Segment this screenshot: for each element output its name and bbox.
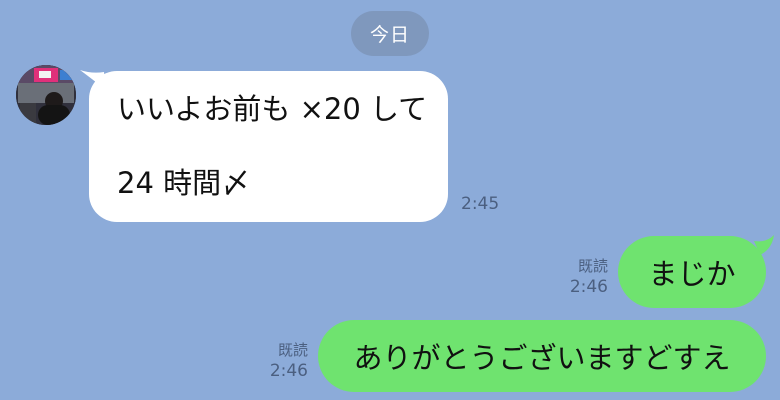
date-divider: 今日 bbox=[351, 11, 429, 56]
message-text: 24 時間〆 bbox=[117, 166, 251, 200]
message-timestamp: 2:46 bbox=[569, 277, 608, 297]
message-meta: 既読 2:46 bbox=[570, 256, 608, 298]
message-text: ありがとうございますどすえ bbox=[353, 341, 731, 375]
sender-avatar[interactable] bbox=[16, 65, 76, 125]
message-meta: 既読 2:46 bbox=[270, 340, 308, 382]
outgoing-message-bubble[interactable]: まじか bbox=[618, 236, 766, 308]
read-receipt: 既読 bbox=[577, 257, 608, 275]
message-timestamp: 2:46 bbox=[269, 361, 308, 381]
message-text: まじか bbox=[648, 257, 736, 291]
read-receipt: 既読 bbox=[277, 341, 308, 359]
incoming-message-bubble[interactable]: いいよお前も ×20 して 24 時間〆 bbox=[89, 71, 448, 222]
message-timestamp: 2:45 bbox=[461, 194, 500, 214]
outgoing-message-bubble[interactable]: ありがとうございますどすえ bbox=[318, 320, 766, 392]
avatar-photo bbox=[16, 65, 76, 125]
message-text: いいよお前も ×20 して bbox=[117, 92, 428, 126]
